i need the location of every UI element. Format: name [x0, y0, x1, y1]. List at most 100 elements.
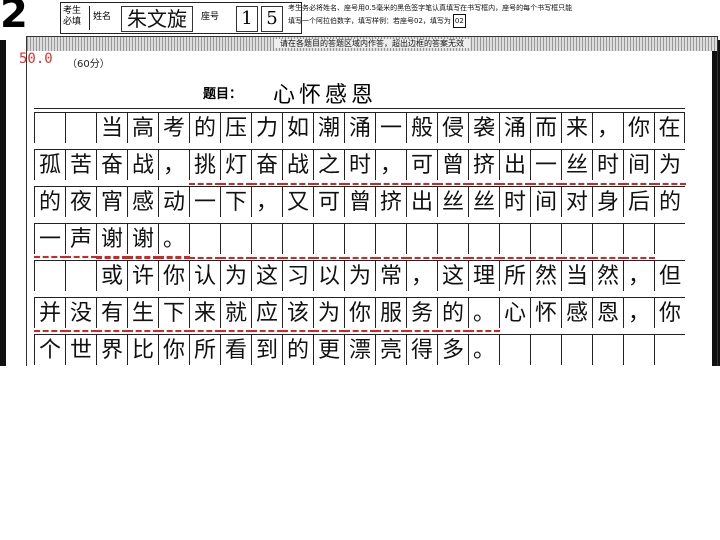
grid-cell: 夜 [65, 186, 96, 217]
grid-cell: 一 [530, 149, 561, 180]
teacher-red-underline [375, 257, 407, 259]
grid-cell: 声 [65, 223, 97, 258]
teacher-red-underline [282, 257, 314, 259]
instruction-note: 考生务必将姓名、座号用0.5毫米的黑色签字笔认真填写在书写框内，座号的每个书写框… [288, 2, 708, 28]
essay-grid: 当高考的压力如潮涌一般侵袭涌而来，你在孤苦奋战，挑灯奋战之时，可曾挤出一丝时间为… [34, 112, 686, 366]
grid-cell [654, 223, 685, 254]
grid-cell [530, 334, 561, 365]
teacher-red-underline [344, 257, 376, 259]
teacher-red-underline [592, 183, 624, 185]
grid-top-rule [34, 108, 685, 109]
grid-cell [561, 223, 592, 254]
grid-cell: 个 [34, 334, 65, 365]
grid-cell: 务 [406, 297, 438, 332]
grid-cell: 又 [282, 183, 314, 217]
grid-cell: 比 [127, 334, 158, 365]
grid-cell: 考 [158, 112, 189, 143]
teacher-red-underline [282, 183, 314, 185]
grid-cell: 袭 [468, 112, 499, 143]
scanned-answer-sheet: 2 考生必填 姓名 朱文旋 座号 1 5 考生务必将姓名、座号用0.5毫米的黑色… [0, 0, 720, 366]
left-scan-edge [0, 40, 6, 366]
teacher-red-underline [313, 330, 345, 332]
instruction-line-2: 填写一个阿拉伯数字，填写样例：若座号02，填写为 02 [288, 14, 708, 28]
teacher-red-underline [220, 183, 252, 185]
teacher-red-underline [282, 330, 314, 332]
grid-cell: 认 [189, 257, 221, 291]
grid-cell: 该 [282, 297, 314, 332]
grid-cell [34, 112, 65, 143]
grid-cell: 奋 [251, 149, 282, 180]
grid-cell: 在 [654, 112, 685, 143]
grid-cell: 侵 [437, 112, 468, 143]
grid-cell: 为 [220, 257, 252, 291]
answer-area-banner: 请在各题目的答题区域内作答，超出边框的答案无效 [27, 37, 717, 51]
seat-digit-2: 5 [261, 6, 283, 32]
grid-cell: 涌 [499, 112, 530, 143]
teacher-red-underline [313, 257, 345, 259]
name-field: 朱文旋 [121, 6, 193, 32]
grid-cell: 动 [158, 186, 189, 217]
grid-cell [65, 112, 96, 143]
grid-cell: 如 [282, 112, 313, 143]
teacher-red-underline [530, 257, 562, 259]
teacher-red-underline [468, 330, 500, 332]
grid-cell [313, 223, 344, 254]
grid-cell: 为 [654, 149, 685, 180]
grid-cell [623, 223, 654, 254]
score-mark: 50.0 [19, 51, 53, 67]
grid-cell: 你 [158, 334, 189, 365]
topic-title: 心怀感恩 [273, 83, 378, 108]
grid-cell [561, 334, 592, 365]
teacher-red-underline [406, 330, 438, 332]
grid-cell: ， [623, 297, 654, 328]
grid-cell: ， [623, 257, 655, 291]
grid-cell: 生 [127, 297, 159, 332]
grid-cell: 的 [282, 334, 313, 365]
grid-cell: ， [375, 149, 406, 180]
grid-cell: 可 [406, 149, 437, 180]
grid-cell: 所 [189, 334, 220, 365]
teacher-red-underline [468, 257, 500, 259]
teacher-red-underline [189, 183, 221, 185]
grid-cell: 般 [406, 112, 437, 143]
grid-cell [592, 334, 623, 365]
name-label: 姓名 [93, 12, 112, 22]
teacher-red-underline [375, 330, 407, 332]
instruction-line-1: 考生务必将姓名、座号用0.5毫米的黑色签字笔认真填写在书写框内，座号的每个书写框… [288, 4, 573, 12]
grid-cell: 理 [468, 257, 500, 291]
grid-cell: 时 [499, 183, 531, 217]
grid-cell: 以 [313, 257, 345, 291]
teacher-red-underline [592, 257, 624, 259]
grid-cell: 谢 [127, 223, 159, 258]
grid-cell: 恩 [592, 297, 623, 328]
topic-label: 题目： [203, 87, 243, 102]
grid-cell: 一 [189, 183, 221, 217]
grid-cell [65, 260, 96, 291]
grid-cell: 高 [127, 112, 158, 143]
grid-cell: 丝 [468, 183, 500, 217]
teacher-red-underline [220, 330, 252, 332]
teacher-red-underline [561, 257, 593, 259]
grid-cell: 你 [654, 297, 685, 328]
grid-cell: 为 [313, 297, 345, 332]
grid-cell: 而 [530, 112, 561, 143]
grid-cell: 界 [96, 334, 127, 365]
grid-cell [499, 223, 530, 254]
grid-cell: 的 [34, 186, 65, 217]
grid-cell: 世 [65, 334, 96, 365]
teacher-red-underline [65, 256, 97, 258]
grid-cell: 。 [468, 334, 499, 365]
grid-cell: 出 [499, 149, 530, 180]
grid-cell: 当 [561, 257, 593, 291]
grid-cell: ， [251, 183, 283, 217]
teacher-red-underline [623, 183, 655, 185]
teacher-red-underline [344, 330, 376, 332]
teacher-red-underline [530, 183, 562, 185]
teacher-red-underline [623, 257, 655, 259]
grid-cell: 的 [654, 183, 686, 217]
teacher-red-underline [561, 183, 593, 185]
grid-cell [220, 223, 251, 254]
grid-cell: 怀 [530, 297, 561, 328]
grid-cell: 然 [592, 257, 624, 291]
grid-cell [530, 223, 561, 254]
